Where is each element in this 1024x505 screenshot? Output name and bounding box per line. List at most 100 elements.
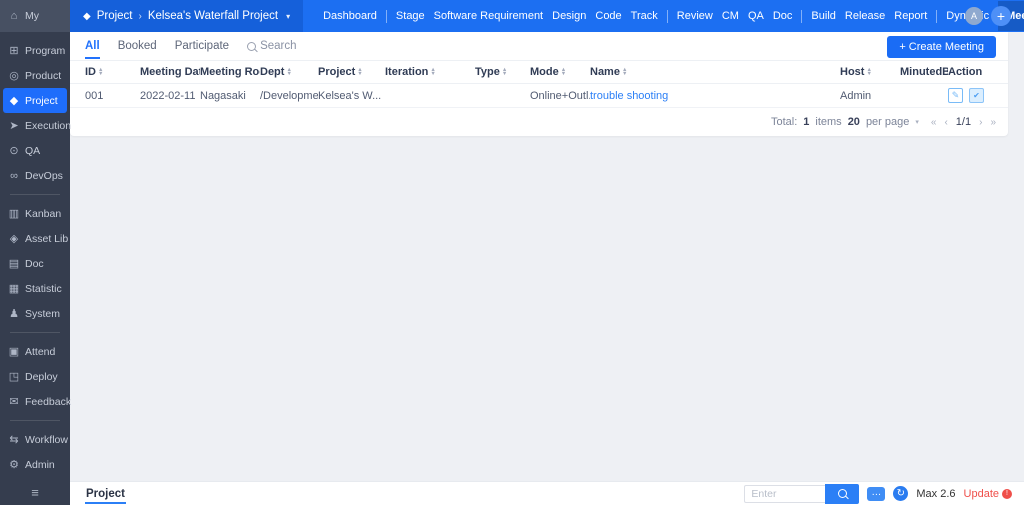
breadcrumb-app[interactable]: Project	[97, 10, 133, 22]
sidebar-divider	[10, 332, 60, 333]
kanban-icon: ▥	[8, 207, 20, 220]
nav-qa[interactable]: QA	[748, 10, 764, 22]
breadcrumb[interactable]: ◆ Project › Kelsea's Waterfall Project ▾	[70, 0, 303, 32]
sidebar-item-program[interactable]: ⊞ Program	[0, 38, 70, 63]
nav-review[interactable]: Review	[677, 10, 713, 22]
minutes-check-icon[interactable]	[969, 88, 984, 103]
sort-icon[interactable]	[430, 68, 435, 76]
edit-icon[interactable]	[948, 88, 963, 103]
sort-icon[interactable]	[622, 68, 627, 76]
product-icon: ◎	[8, 69, 20, 82]
nav-release[interactable]: Release	[845, 10, 885, 22]
tab-participate[interactable]: Participate	[175, 32, 229, 60]
col-name[interactable]: Name	[590, 66, 840, 78]
nav-divider	[801, 10, 802, 23]
sidebar-item-system[interactable]: ♟ System	[0, 301, 70, 326]
col-type[interactable]: Type	[475, 66, 530, 78]
nav-track[interactable]: Track	[631, 10, 658, 22]
col-label: Project	[318, 66, 355, 78]
col-project[interactable]: Project	[318, 66, 385, 78]
col-host[interactable]: Host	[840, 66, 900, 78]
col-iteration[interactable]: Iteration	[385, 66, 475, 78]
cell-project: Kelsea's W...	[318, 90, 385, 102]
sidebar-item-product[interactable]: ◎ Product	[0, 63, 70, 88]
attend-icon: ▣	[8, 345, 20, 358]
sort-icon[interactable]	[866, 68, 871, 76]
sidebar-divider	[10, 420, 60, 421]
nav-code[interactable]: Code	[595, 10, 621, 22]
sort-icon[interactable]	[561, 68, 566, 76]
col-label: Action	[948, 66, 982, 78]
zentao-logo-icon: ↻	[893, 486, 908, 501]
col-mode[interactable]: Mode	[530, 66, 590, 78]
project-icon: ◆	[8, 94, 20, 107]
nav-cm[interactable]: CM	[722, 10, 739, 22]
search-toggle[interactable]: Search	[247, 40, 296, 52]
nav-software-requirement[interactable]: Software Requirement	[434, 10, 543, 22]
sidebar-item-label: My	[25, 10, 39, 22]
first-page-icon[interactable]: «	[931, 117, 937, 128]
nav-design[interactable]: Design	[552, 10, 586, 22]
sidebar-collapse-icon[interactable]: ≡	[0, 485, 70, 500]
nav-stage[interactable]: Stage	[396, 10, 425, 22]
sidebar-item-kanban[interactable]: ▥ Kanban	[0, 201, 70, 226]
table-header: ID Meeting Date Meeting Room Dept Projec…	[70, 60, 1008, 84]
col-label: MinutedBy	[900, 66, 948, 78]
footer-search-button[interactable]	[825, 484, 859, 504]
pagination-bar: Total:1 items 20 per page ▾ « ‹ 1/1 › »	[70, 108, 1008, 136]
nav-dashboard[interactable]: Dashboard	[323, 10, 377, 22]
meeting-name-link[interactable]: trouble shooting	[590, 90, 668, 102]
prev-page-icon[interactable]: ‹	[944, 117, 947, 128]
page-indicator: 1/1	[956, 116, 971, 128]
sidebar-item-deploy[interactable]: ◳ Deploy	[0, 364, 70, 389]
nav-build[interactable]: Build	[811, 10, 835, 22]
footer-search-input[interactable]	[744, 485, 825, 503]
col-minutedby: MinutedBy	[900, 66, 948, 78]
col-label: Meeting Date	[140, 66, 200, 78]
sidebar-item-project[interactable]: ◆ Project	[3, 88, 67, 113]
col-dept[interactable]: Dept	[260, 66, 318, 78]
breadcrumb-current-project[interactable]: Kelsea's Waterfall Project	[148, 10, 278, 22]
tab-booked[interactable]: Booked	[118, 32, 157, 60]
project-app-icon: ◆	[83, 11, 91, 22]
sort-icon[interactable]	[286, 68, 291, 76]
chevron-down-icon[interactable]: ▾	[915, 118, 919, 126]
nav-report[interactable]: Report	[894, 10, 927, 22]
sidebar-item-doc[interactable]: ▤ Doc	[0, 251, 70, 276]
sidebar-item-workflow[interactable]: ⇆ Workflow	[0, 427, 70, 452]
next-page-icon[interactable]: ›	[979, 117, 982, 128]
sort-icon[interactable]	[502, 68, 507, 76]
chat-icon[interactable]: …	[867, 487, 885, 501]
col-id[interactable]: ID	[85, 66, 140, 78]
doc-icon: ▤	[8, 257, 20, 270]
col-label: Dept	[260, 66, 284, 78]
col-meeting-date[interactable]: Meeting Date	[140, 66, 200, 78]
sidebar-item-admin[interactable]: ⚙ Admin	[0, 452, 70, 477]
sidebar-item-feedback[interactable]: ✉ Feedback	[0, 389, 70, 414]
update-label: Update	[964, 488, 999, 500]
tab-all[interactable]: All	[85, 32, 100, 60]
last-page-icon[interactable]: »	[990, 117, 996, 128]
create-meeting-button[interactable]: + Create Meeting	[887, 36, 996, 58]
sidebar-item-attend[interactable]: ▣ Attend	[0, 339, 70, 364]
avatar[interactable]: A	[965, 7, 983, 25]
sidebar-item-my[interactable]: ⌂ My	[0, 0, 70, 32]
sidebar-item-label: QA	[25, 145, 40, 157]
sort-icon[interactable]	[357, 68, 362, 76]
sidebar-item-qa[interactable]: ⊙ QA	[0, 138, 70, 163]
col-action: Action	[948, 66, 993, 78]
global-add-button[interactable]: +	[991, 6, 1011, 26]
sidebar-item-statistic[interactable]: ▦ Statistic	[0, 276, 70, 301]
search-label: Search	[260, 40, 296, 52]
update-link[interactable]: Update !	[964, 488, 1012, 500]
sort-icon[interactable]	[98, 68, 103, 76]
footer-tab-project[interactable]: Project	[85, 486, 126, 502]
sidebar-item-devops[interactable]: ∞ DevOps	[0, 163, 70, 188]
nav-doc[interactable]: Doc	[773, 10, 793, 22]
col-label: Meeting Room	[200, 66, 260, 78]
sidebar-item-execution[interactable]: ➤ Execution	[0, 113, 70, 138]
sidebar-item-asset-lib[interactable]: ◈ Asset Lib	[0, 226, 70, 251]
breadcrumb-separator: ›	[139, 11, 142, 22]
system-icon: ♟	[8, 307, 20, 320]
feedback-icon: ✉	[8, 395, 20, 408]
